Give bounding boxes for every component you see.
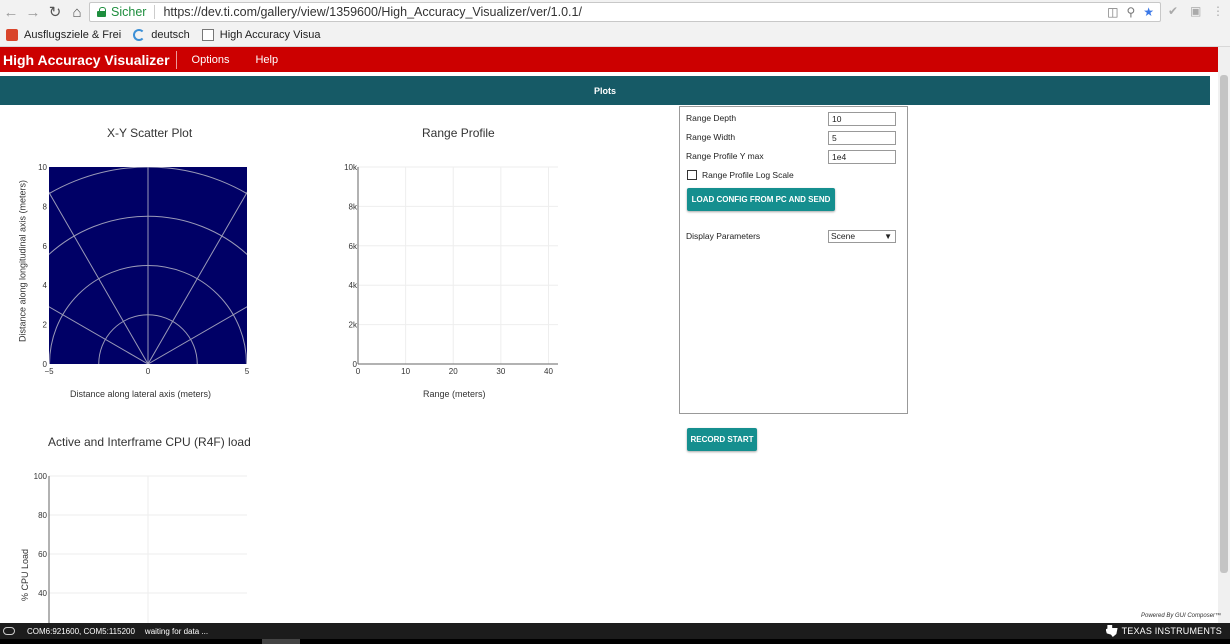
scatter-ytick: 2 bbox=[43, 321, 48, 330]
log-scale-checkbox[interactable] bbox=[687, 170, 697, 180]
range-profile-plot[interactable]: 0 10 20 30 4002k4k6k8k10k bbox=[330, 150, 570, 380]
powered-by: Powered By GUI Composer™ bbox=[1141, 613, 1222, 619]
cpu-ytick: 40 bbox=[38, 589, 47, 598]
taskbar-strip bbox=[0, 639, 1230, 644]
bookmark-label: Ausflugsziele & Frei bbox=[24, 29, 122, 41]
scrollbar-thumb[interactable] bbox=[1220, 75, 1228, 573]
translate-icon[interactable]: ◫ bbox=[1107, 5, 1118, 19]
app-header: High Accuracy Visualizer Options Help bbox=[0, 47, 1230, 72]
bookmark-star-icon[interactable]: ★ bbox=[1143, 5, 1154, 19]
log-scale-label: Range Profile Log Scale bbox=[702, 170, 794, 180]
status-message: waiting for data ... bbox=[144, 626, 209, 636]
lock-icon bbox=[97, 7, 106, 17]
scatter-xtick: 5 bbox=[245, 367, 250, 376]
bookmark-item[interactable]: Ausflugsziele & Frei bbox=[6, 29, 121, 41]
caret-down-icon: ▼ bbox=[884, 232, 892, 241]
zoom-icon[interactable]: ⚲ bbox=[1126, 5, 1135, 19]
back-icon[interactable]: ← bbox=[0, 1, 22, 23]
range-depth-input[interactable]: 10 bbox=[828, 112, 896, 126]
scatter-title: X-Y Scatter Plot bbox=[107, 126, 193, 140]
ti-brand-label: Texas Instruments bbox=[1121, 626, 1222, 636]
tab-plots-label: Plots bbox=[593, 85, 616, 96]
taskbar-tab[interactable] bbox=[262, 639, 300, 644]
ymax-label: Range Profile Y max bbox=[686, 151, 764, 161]
load-config-button[interactable]: LOAD CONFIG FROM PC AND SEND bbox=[687, 188, 835, 211]
page-icon bbox=[201, 29, 214, 41]
status-ports: COM6:921600, COM5:115200 bbox=[27, 626, 135, 636]
cpu-title: Active and Interframe CPU (R4F) load bbox=[48, 435, 251, 449]
range-depth-label: Range Depth bbox=[686, 113, 737, 123]
range-xtick: 20 bbox=[449, 367, 458, 376]
scatter-xtick: 0 bbox=[146, 367, 151, 376]
ymax-input[interactable]: 1e4 bbox=[828, 150, 896, 164]
url-text[interactable]: https://dev.ti.com/gallery/view/1359600/… bbox=[163, 5, 582, 19]
menu-help[interactable]: Help bbox=[255, 54, 278, 66]
swirl-icon bbox=[133, 29, 146, 41]
menu-icon[interactable]: ⋮ bbox=[1212, 4, 1224, 18]
range-xtick: 30 bbox=[496, 367, 505, 376]
address-separator bbox=[154, 5, 156, 19]
scatter-plot[interactable]: −5 0 50246810 bbox=[0, 150, 270, 380]
scatter-ytick: 8 bbox=[43, 202, 48, 211]
bookmark-item[interactable]: High Accuracy Visua bbox=[201, 29, 321, 41]
range-width-label: Range Width bbox=[686, 132, 736, 142]
address-bar[interactable]: Sicher https://dev.ti.com/gallery/view/1… bbox=[89, 2, 1161, 22]
display-params-label: Display Parameters bbox=[686, 231, 761, 241]
ti-logo-icon bbox=[1105, 625, 1118, 637]
forward-icon[interactable]: → bbox=[22, 1, 44, 23]
menu-options[interactable]: Options bbox=[192, 54, 230, 66]
scatter-ytick: 10 bbox=[38, 163, 47, 172]
scatter-ytick: 6 bbox=[43, 242, 48, 251]
bookmark-label: deutsch bbox=[151, 29, 190, 41]
range-ytick: 8k bbox=[349, 202, 358, 211]
status-bar: COM6:921600, COM5:115200 waiting for dat… bbox=[0, 623, 1230, 639]
display-params-value: Scene bbox=[831, 231, 856, 241]
red-tile-icon bbox=[6, 29, 18, 41]
cpu-load-plot[interactable]: 40 60 80 100 bbox=[0, 465, 270, 623]
extension-box-icon[interactable]: ▣ bbox=[1190, 4, 1201, 18]
bookmarks-bar: Ausflugsziele & Frei deutsch High Accura… bbox=[0, 24, 1230, 47]
extension-y-icon[interactable]: ✔ bbox=[1168, 4, 1178, 18]
cpu-ytick: 80 bbox=[38, 511, 47, 520]
cpu-ytick: 100 bbox=[34, 472, 48, 481]
page-scrollbar[interactable] bbox=[1218, 47, 1230, 623]
bookmark-label: High Accuracy Visua bbox=[219, 29, 321, 41]
range-xtick: 10 bbox=[401, 367, 410, 376]
scatter-ytick: 0 bbox=[43, 360, 48, 369]
range-profile-title: Range Profile bbox=[422, 126, 495, 140]
scatter-xlabel: Distance along lateral axis (meters) bbox=[70, 389, 212, 399]
ti-brand: Texas Instruments bbox=[1105, 625, 1222, 637]
range-ytick: 2k bbox=[349, 321, 358, 330]
record-start-button[interactable]: RECORD START bbox=[687, 428, 757, 451]
tab-plots[interactable]: Plots bbox=[0, 76, 1210, 105]
record-start-label: RECORD START bbox=[690, 435, 754, 444]
range-profile-xlabel: Range (meters) bbox=[423, 389, 486, 399]
browser-toolbar: ← → ↻ ⌂ Sicher https://dev.ti.com/galler… bbox=[0, 0, 1230, 24]
app-title: High Accuracy Visualizer bbox=[0, 50, 177, 69]
display-params-select[interactable]: Scene ▼ bbox=[828, 230, 896, 243]
range-ytick: 10k bbox=[344, 163, 358, 172]
link-icon[interactable] bbox=[3, 627, 15, 635]
cpu-ytick: 60 bbox=[38, 550, 47, 559]
bookmark-item[interactable]: deutsch bbox=[133, 29, 190, 41]
cpu-ylabel: % CPU Load bbox=[20, 548, 30, 602]
home-icon[interactable]: ⌂ bbox=[66, 1, 88, 23]
range-ytick: 0 bbox=[353, 360, 358, 369]
reload-icon[interactable]: ↻ bbox=[44, 1, 66, 23]
secure-label: Sicher bbox=[111, 5, 147, 19]
range-ytick: 6k bbox=[349, 242, 358, 251]
range-width-input[interactable]: 5 bbox=[828, 131, 896, 145]
range-xtick: 40 bbox=[544, 367, 553, 376]
settings-panel: Range Depth 10 Range Width 5 Range Profi… bbox=[679, 106, 908, 414]
load-config-button-label: LOAD CONFIG FROM PC AND SEND bbox=[691, 195, 831, 204]
range-ytick: 4k bbox=[349, 281, 358, 290]
scatter-ytick: 4 bbox=[43, 281, 48, 290]
scatter-ylabel: Distance along longitudinal axis (meters… bbox=[17, 179, 28, 343]
